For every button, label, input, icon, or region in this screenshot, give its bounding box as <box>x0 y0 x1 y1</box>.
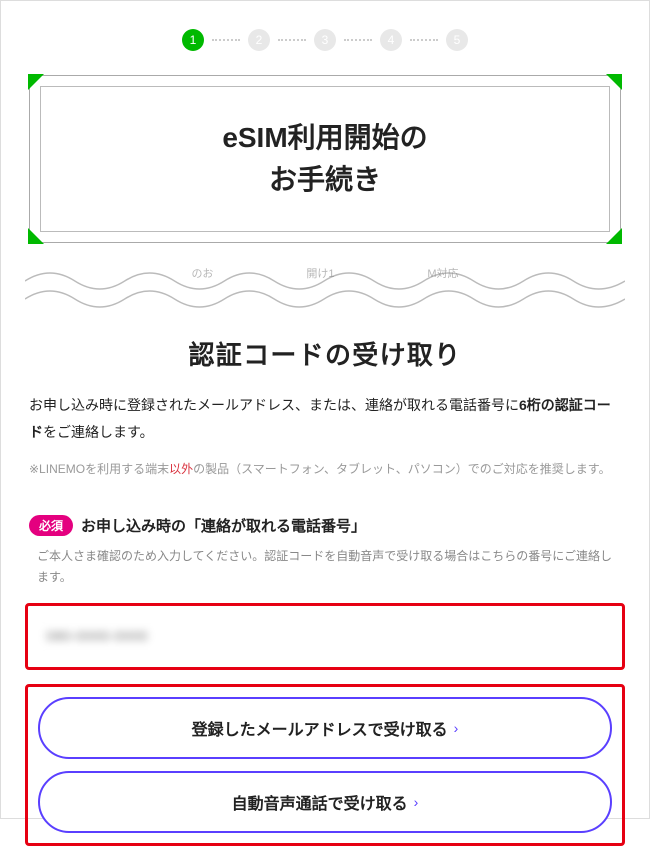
page-title-line2: お手続き <box>269 164 381 195</box>
phone-field-help: ご本人さま確認のため入力してください。認証コードを自動音声で受け取る場合はこちら… <box>25 546 625 589</box>
recommendation-note: ※LINEMOを利用する端末以外の製品（スマートフォン、タブレット、パソコン）で… <box>25 459 625 481</box>
corner-decoration-icon <box>606 74 622 90</box>
step-connector <box>212 39 240 41</box>
corner-decoration-icon <box>28 228 44 244</box>
phone-input-highlight <box>25 603 625 670</box>
receive-by-voice-label: 自動音声通話で受け取る <box>232 790 408 814</box>
receive-by-voice-button[interactable]: 自動音声通話で受け取る › <box>38 771 612 833</box>
step-connector <box>410 39 438 41</box>
step-2: 2 <box>248 29 270 51</box>
step-3: 3 <box>314 29 336 51</box>
chevron-right-icon: › <box>414 794 419 810</box>
corner-decoration-icon <box>28 74 44 90</box>
step-5: 5 <box>446 29 468 51</box>
note-pre: ※LINEMOを利用する端末 <box>29 462 169 476</box>
step-4: 4 <box>380 29 402 51</box>
page-title: eSIM利用開始の お手続き <box>51 117 599 201</box>
chevron-right-icon: › <box>454 720 459 736</box>
receive-by-email-button[interactable]: 登録したメールアドレスで受け取る › <box>38 697 612 759</box>
step-connector <box>344 39 372 41</box>
truncated-text: 開け1 <box>306 265 334 281</box>
corner-decoration-icon <box>606 228 622 244</box>
truncated-text: M対応 <box>427 265 458 281</box>
step-connector <box>278 39 306 41</box>
progress-stepper: 1 2 3 4 5 <box>25 29 625 51</box>
truncated-text: のお <box>191 265 213 281</box>
intro-text: お申し込み時に登録されたメールアドレス、または、連絡が取れる電話番号に6桁の認証… <box>25 392 625 445</box>
required-badge: 必須 <box>29 515 73 536</box>
phone-input[interactable] <box>36 614 614 659</box>
phone-field-label: お申し込み時の「連絡が取れる電話番号」 <box>81 515 366 536</box>
page-title-line1: eSIM利用開始の <box>222 122 427 153</box>
note-post: の製品（スマートフォン、タブレット、パソコン）でのご対応を推奨します。 <box>193 462 610 476</box>
section-heading: 認証コードの受け取り <box>25 335 625 372</box>
page-title-frame: eSIM利用開始の お手続き <box>29 75 621 243</box>
step-1: 1 <box>182 29 204 51</box>
note-highlight: 以外 <box>169 462 193 476</box>
intro-part1: お申し込み時に登録されたメールアドレス、または、連絡が取れる電話番号に <box>29 397 519 413</box>
intro-part2: をご連絡します。 <box>43 424 154 440</box>
receive-options-highlight: 登録したメールアドレスで受け取る › 自動音声通話で受け取る › <box>25 684 625 846</box>
content-omission-separator: のお 開け1 M対応 <box>25 263 625 311</box>
phone-field-header: 必須 お申し込み時の「連絡が取れる電話番号」 <box>25 515 625 536</box>
receive-by-email-label: 登録したメールアドレスで受け取る <box>192 716 448 740</box>
